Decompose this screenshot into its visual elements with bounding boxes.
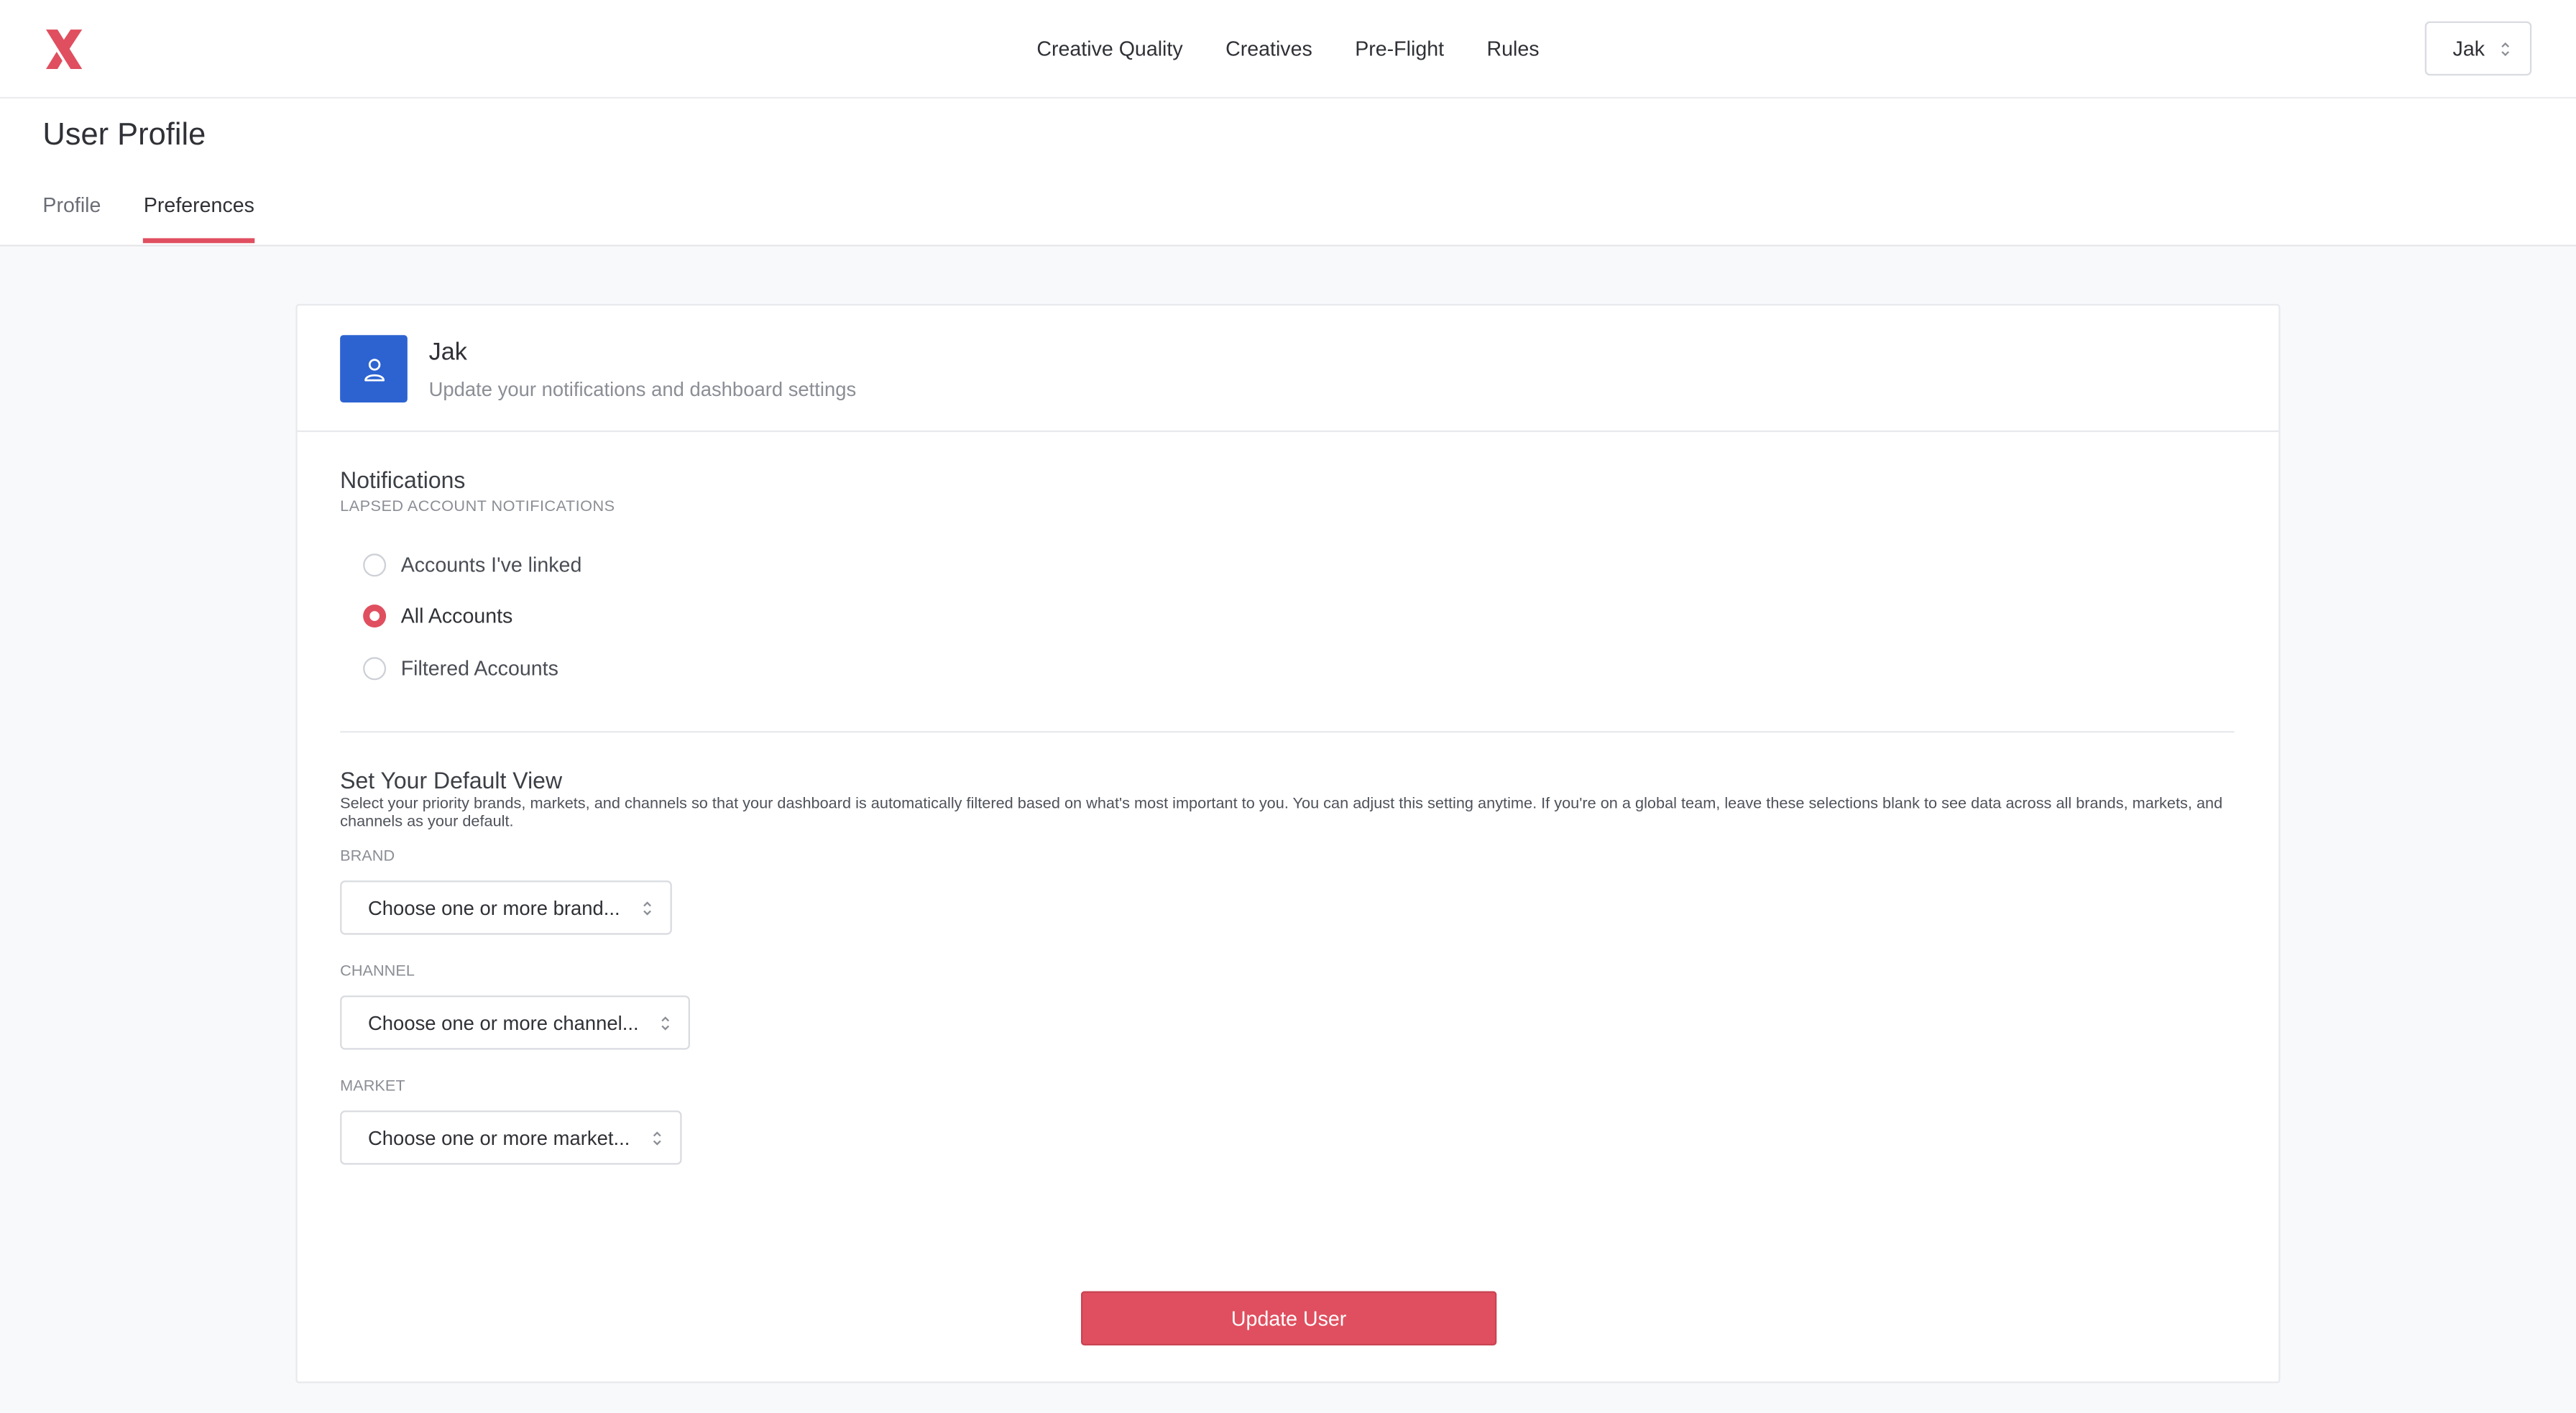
radio-label: Accounts I've linked [400, 553, 582, 577]
page-title: User Profile [42, 118, 206, 153]
tab-preferences[interactable]: Preferences [143, 194, 255, 244]
profile-tabs: Profile Preferences [42, 194, 255, 244]
nav-link-rules[interactable]: Rules [1486, 38, 1539, 61]
radio-label: All Accounts [400, 604, 513, 628]
default-view-heading: Set Your Default View [340, 767, 563, 793]
notifications-caption: LAPSED ACCOUNT NOTIFICATIONS [340, 497, 615, 516]
user-menu-select[interactable]: Jak [2424, 21, 2532, 76]
market-label: MARKET [340, 1077, 405, 1096]
sort-chevron-icon [661, 1016, 670, 1031]
section-divider [340, 731, 2235, 733]
avatar [340, 335, 408, 402]
radio-filtered-accounts[interactable]: Filtered Accounts [363, 657, 558, 681]
channel-select[interactable]: Choose one or more channel... [340, 995, 690, 1050]
channel-select-placeholder: Choose one or more channel... [367, 1011, 639, 1034]
card-subtitle: Update your notifications and dashboard … [428, 377, 857, 401]
radio-label: Filtered Accounts [400, 657, 558, 681]
card-user-name: Jak [428, 338, 467, 367]
nav-link-pre-flight[interactable]: Pre-Flight [1355, 38, 1444, 61]
default-view-description: Select your priority brands, markets, an… [340, 795, 2223, 832]
radio-button[interactable] [363, 553, 387, 577]
preferences-card: Jak Update your notifications and dashbo… [295, 303, 2281, 1384]
radio-accounts-linked[interactable]: Accounts I've linked [363, 553, 582, 577]
channel-label: CHANNEL [340, 962, 415, 981]
nav-link-creatives[interactable]: Creatives [1225, 38, 1312, 61]
radio-button-checked[interactable] [363, 604, 387, 628]
nav-link-creative-quality[interactable]: Creative Quality [1036, 38, 1182, 61]
user-menu-value: Jak [2452, 37, 2485, 60]
brand-label: BRAND [340, 847, 395, 866]
card-header: Jak Update your notifications and dashbo… [297, 305, 2279, 433]
radio-button[interactable] [363, 657, 387, 681]
radio-all-accounts[interactable]: All Accounts [363, 604, 513, 628]
sort-chevron-icon [653, 1131, 661, 1146]
top-navigation-bar: Creative Quality Creatives Pre-Flight Ru… [0, 0, 2576, 99]
sort-chevron-icon [643, 901, 651, 916]
update-user-button[interactable]: Update User [1080, 1291, 1497, 1345]
main-nav: Creative Quality Creatives Pre-Flight Ru… [0, 0, 2576, 98]
user-icon [364, 358, 384, 381]
market-select[interactable]: Choose one or more market... [340, 1110, 682, 1165]
sort-chevron-icon [2501, 42, 2510, 57]
tab-profile[interactable]: Profile [42, 194, 101, 240]
market-select-placeholder: Choose one or more market... [367, 1126, 630, 1149]
page-header: User Profile Profile Preferences [0, 98, 2576, 247]
notifications-heading: Notifications [340, 466, 466, 493]
brand-select-placeholder: Choose one or more brand... [367, 896, 620, 919]
brand-select[interactable]: Choose one or more brand... [340, 880, 672, 935]
